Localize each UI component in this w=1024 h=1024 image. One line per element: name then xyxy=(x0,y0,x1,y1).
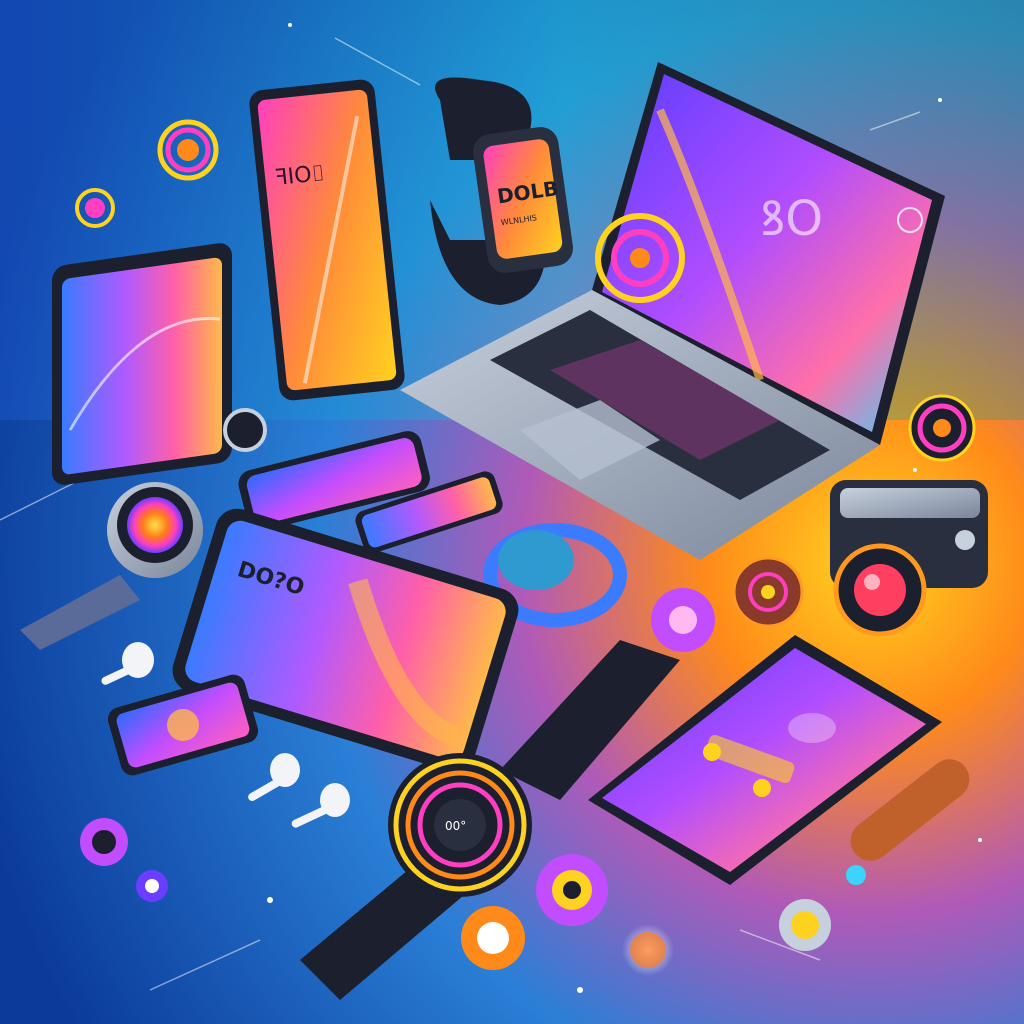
tablet-tall-screen-text: ꟻꓲO⌷ xyxy=(274,161,326,191)
disc-bottom-left-small xyxy=(136,870,168,902)
disc-bottom-mid xyxy=(461,906,525,970)
floating-badge-top xyxy=(157,119,219,181)
gadgets-illustration: ꟻꓲO⌷ DOLB WLNLHIS ꝸO DO?O 00° xyxy=(0,0,1024,1024)
watch-bottom-screen-text: 00° xyxy=(445,819,466,833)
scene-canvas: ꟻꓲO⌷ DOLB WLNLHIS ꝸO DO?O 00° xyxy=(0,0,1024,1024)
disc-bottom-right xyxy=(779,899,831,951)
disc-purple xyxy=(651,588,715,652)
disc-small xyxy=(223,408,267,452)
floating-badge-right xyxy=(908,394,976,462)
disc-bottom-glow xyxy=(622,924,674,976)
laptop-screen-text: ꝸO xyxy=(760,191,823,247)
disc-orange xyxy=(732,556,804,628)
disc-bottom-center xyxy=(536,854,608,926)
disc-bottom-left xyxy=(80,818,128,866)
tablet-left xyxy=(52,243,232,485)
